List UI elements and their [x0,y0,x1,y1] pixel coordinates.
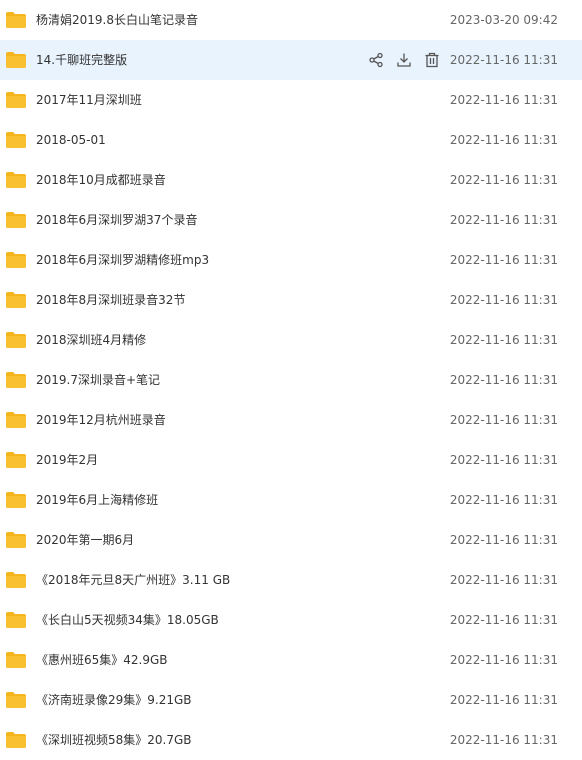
file-row[interactable]: 2018年6月深圳罗湖精修班mp3 2022-11-16 11:31 [0,240,582,280]
file-name[interactable]: 《长白山5天视频34集》18.05GB [36,600,219,640]
file-row[interactable]: 《济南班录像29集》9.21GB 2022-11-16 11:31 [0,680,582,720]
folder-icon [6,92,26,108]
file-name[interactable]: 14.千聊班完整版 [36,40,127,80]
file-row[interactable]: 14.千聊班完整版 2022-11-16 11:31 [0,40,582,80]
folder-icon [6,132,26,148]
file-list: 杨清娟2019.8长白山笔记录音 2023-03-20 09:42 14.千聊班完整… [0,0,582,760]
file-modified-date: 2022-11-16 11:31 [449,413,558,427]
file-row[interactable]: 2019年2月 2022-11-16 11:31 [0,440,582,480]
file-name[interactable]: 《深圳班视频58集》20.7GB [36,720,192,760]
file-row[interactable]: 《2018年元旦8天广州班》3.11 GB 2022-11-16 11:31 [0,560,582,600]
file-row[interactable]: 2018-05-01 2022-11-16 11:31 [0,120,582,160]
folder-icon [6,692,26,708]
folder-icon [6,612,26,628]
file-name[interactable]: 2018年8月深圳班录音32节 [36,280,185,320]
file-name[interactable]: 2017年11月深圳班 [36,80,142,120]
file-row[interactable]: 2018年8月深圳班录音32节 2022-11-16 11:31 [0,280,582,320]
file-name[interactable]: 《2018年元旦8天广州班》3.11 GB [36,560,230,600]
folder-icon [6,12,26,28]
file-row[interactable]: 2020年第一期6月 2022-11-16 11:31 [0,520,582,560]
file-modified-date: 2022-11-16 11:31 [449,253,558,267]
file-name[interactable]: 《济南班录像29集》9.21GB [36,680,192,720]
file-modified-date: 2022-11-16 11:31 [449,53,558,67]
file-row[interactable]: 2018年6月深圳罗湖37个录音 2022-11-16 11:31 [0,200,582,240]
file-name[interactable]: 2018年10月成都班录音 [36,160,166,200]
file-modified-date: 2022-11-16 11:31 [449,93,558,107]
file-name[interactable]: 2019.7深圳录音+笔记 [36,360,160,400]
file-row[interactable]: 2019年12月杭州班录音 2022-11-16 11:31 [0,400,582,440]
file-modified-date: 2022-11-16 11:31 [449,733,558,747]
share-icon[interactable] [366,50,386,70]
file-name[interactable]: 2020年第一期6月 [36,520,134,560]
file-modified-date: 2022-11-16 11:31 [449,333,558,347]
folder-icon [6,172,26,188]
folder-icon [6,652,26,668]
file-modified-date: 2022-11-16 11:31 [449,213,558,227]
file-name[interactable]: 2018-05-01 [36,120,106,160]
file-modified-date: 2022-11-16 11:31 [449,173,558,187]
file-modified-date: 2022-11-16 11:31 [449,653,558,667]
folder-icon [6,292,26,308]
folder-icon [6,532,26,548]
file-name[interactable]: 2018深圳班4月精修 [36,320,146,360]
row-actions [366,50,442,70]
folder-icon [6,372,26,388]
download-icon[interactable] [394,50,414,70]
file-name[interactable]: 2019年2月 [36,440,98,480]
file-modified-date: 2022-11-16 11:31 [449,293,558,307]
file-modified-date: 2022-11-16 11:31 [449,693,558,707]
folder-icon [6,412,26,428]
file-name[interactable]: 2019年12月杭州班录音 [36,400,166,440]
file-row[interactable]: 2019.7深圳录音+笔记 2022-11-16 11:31 [0,360,582,400]
file-row[interactable]: 2019年6月上海精修班 2022-11-16 11:31 [0,480,582,520]
folder-icon [6,732,26,748]
file-modified-date: 2022-11-16 11:31 [449,533,558,547]
folder-icon [6,52,26,68]
file-name[interactable]: 杨清娟2019.8长白山笔记录音 [36,0,198,40]
folder-icon [6,252,26,268]
file-modified-date: 2022-11-16 11:31 [449,573,558,587]
file-name[interactable]: 《惠州班65集》42.9GB [36,640,168,680]
folder-icon [6,572,26,588]
file-name[interactable]: 2019年6月上海精修班 [36,480,158,520]
file-name[interactable]: 2018年6月深圳罗湖37个录音 [36,200,197,240]
file-row[interactable]: 2018深圳班4月精修 2022-11-16 11:31 [0,320,582,360]
file-row[interactable]: 《长白山5天视频34集》18.05GB 2022-11-16 11:31 [0,600,582,640]
file-modified-date: 2022-11-16 11:31 [449,373,558,387]
file-modified-date: 2023-03-20 09:42 [449,13,558,27]
file-modified-date: 2022-11-16 11:31 [449,613,558,627]
folder-icon [6,492,26,508]
file-row[interactable]: 杨清娟2019.8长白山笔记录音 2023-03-20 09:42 [0,0,582,40]
file-modified-date: 2022-11-16 11:31 [449,453,558,467]
file-row[interactable]: 2017年11月深圳班 2022-11-16 11:31 [0,80,582,120]
file-row[interactable]: 《惠州班65集》42.9GB 2022-11-16 11:31 [0,640,582,680]
file-row[interactable]: 2018年10月成都班录音 2022-11-16 11:31 [0,160,582,200]
file-modified-date: 2022-11-16 11:31 [449,493,558,507]
folder-icon [6,452,26,468]
file-modified-date: 2022-11-16 11:31 [449,133,558,147]
trash-icon[interactable] [422,50,442,70]
file-row[interactable]: 《深圳班视频58集》20.7GB 2022-11-16 11:31 [0,720,582,760]
file-name[interactable]: 2018年6月深圳罗湖精修班mp3 [36,240,209,280]
folder-icon [6,332,26,348]
folder-icon [6,212,26,228]
